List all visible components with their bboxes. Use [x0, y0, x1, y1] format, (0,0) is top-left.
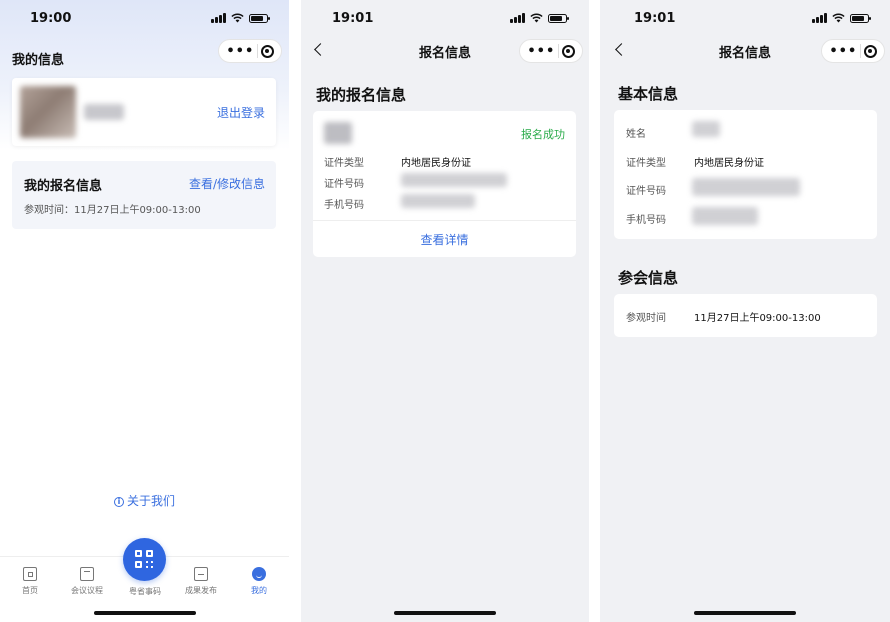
miniprogram-capsule: ••• [519, 39, 583, 63]
screen-registration-detail: 19:01 报名信息 ••• 基本信息 姓名 证件类型 内地居民身份证 证件号码… [600, 0, 890, 622]
view-details-button[interactable]: 查看详情 [313, 231, 576, 248]
tab-label: 粤省事码 [129, 587, 161, 596]
meeting-info-card: 参观时间 11月27日上午09:00-13:00 [614, 294, 877, 337]
tab-agenda[interactable]: 会议议程 [59, 567, 115, 596]
status-icons [211, 13, 270, 23]
status-time: 19:01 [332, 11, 374, 26]
name-blurred [692, 121, 720, 137]
more-menu-icon[interactable]: ••• [829, 45, 857, 58]
home-indicator [694, 611, 796, 615]
tab-profile[interactable]: 我的 [231, 567, 287, 596]
id-number-blurred [401, 173, 507, 187]
status-time: 19:00 [30, 11, 72, 26]
more-menu-icon[interactable]: ••• [527, 45, 555, 58]
registration-summary-card: 报名成功 证件类型 内地居民身份证 证件号码 手机号码 查看详情 [313, 111, 576, 257]
registration-title: 我的报名信息 [24, 179, 103, 194]
close-miniprogram-icon[interactable] [561, 44, 575, 58]
tab-label: 成果发布 [185, 586, 217, 595]
row-value: 内地居民身份证 [401, 158, 471, 169]
row-label: 手机号码 [324, 200, 364, 211]
status-icons [812, 13, 871, 23]
screen-my-info: 19:00 ••• 我的信息 退出登录 我的报名信息 查看/修改信息 参观时间：… [0, 0, 289, 622]
basic-info-card: 姓名 证件类型 内地居民身份证 证件号码 手机号码 [614, 110, 877, 239]
tab-publish[interactable]: 成果发布 [173, 567, 229, 596]
battery-icon [248, 13, 270, 23]
user-name-blurred [84, 104, 124, 120]
id-number-blurred [692, 178, 800, 196]
row-label: 姓名 [626, 129, 646, 140]
wifi-icon [230, 13, 244, 23]
close-miniprogram-icon[interactable] [260, 44, 274, 58]
cellular-signal-icon [812, 13, 827, 23]
status-icons [510, 13, 569, 23]
tab-label: 首页 [22, 586, 38, 595]
row-label: 证件类型 [324, 158, 364, 169]
tab-label: 会议议程 [71, 586, 103, 595]
about-us-label: 关于我们 [126, 494, 175, 508]
status-bar: 19:00 [0, 0, 289, 36]
publish-icon [194, 567, 208, 581]
capsule-divider [256, 44, 258, 58]
tab-home[interactable]: 首页 [2, 567, 58, 596]
agenda-icon [80, 567, 94, 581]
about-us-link[interactable]: i 关于我们 [0, 492, 289, 509]
profile-icon [252, 567, 266, 581]
tab-label: 我的 [251, 586, 267, 595]
row-label: 证件类型 [626, 158, 666, 169]
name-blurred [324, 122, 352, 144]
row-value: 11月27日上午09:00-13:00 [694, 313, 821, 324]
qr-code-button[interactable] [123, 538, 166, 581]
phone-number-blurred [401, 194, 475, 208]
section-title: 我的报名信息 [316, 86, 407, 104]
avatar [20, 86, 76, 138]
row-label: 手机号码 [626, 215, 666, 226]
close-miniprogram-icon[interactable] [863, 44, 877, 58]
cellular-signal-icon [510, 13, 525, 23]
row-label: 证件号码 [626, 186, 666, 197]
home-indicator [93, 611, 196, 615]
battery-icon [547, 13, 569, 23]
registration-status: 报名成功 [521, 128, 565, 141]
home-icon [23, 567, 37, 581]
row-label: 证件号码 [324, 179, 364, 190]
card-divider [313, 220, 576, 221]
visit-time: 参观时间：11月27日上午09:00-13:00 [24, 205, 201, 216]
wifi-icon [529, 13, 543, 23]
status-bar: 19:01 [600, 0, 890, 36]
home-indicator [394, 611, 496, 615]
screen-registration-summary: 19:01 报名信息 ••• 我的报名信息 报名成功 证件类型 内地居民身份证 … [301, 0, 589, 622]
cellular-signal-icon [211, 13, 226, 23]
capsule-divider [859, 44, 861, 58]
row-label: 参观时间 [626, 313, 666, 324]
logout-button[interactable]: 退出登录 [217, 104, 265, 121]
wifi-icon [831, 13, 845, 23]
profile-card: 退出登录 [12, 78, 276, 146]
page-title: 我的信息 [12, 53, 65, 68]
status-time: 19:01 [634, 11, 676, 26]
basic-info-title: 基本信息 [618, 85, 679, 103]
phone-number-blurred [692, 207, 758, 225]
row-value: 内地居民身份证 [694, 158, 764, 169]
info-icon: i [113, 497, 124, 507]
qr-code-icon [135, 550, 154, 569]
capsule-divider [557, 44, 559, 58]
battery-icon [849, 13, 871, 23]
status-bar: 19:01 [301, 0, 589, 36]
more-menu-icon[interactable]: ••• [226, 45, 254, 58]
miniprogram-capsule: ••• [821, 39, 885, 63]
view-edit-info-link[interactable]: 查看/修改信息 [189, 175, 265, 192]
registration-card: 我的报名信息 查看/修改信息 参观时间：11月27日上午09:00-13:00 [12, 161, 276, 229]
meeting-info-title: 参会信息 [618, 269, 679, 287]
miniprogram-capsule: ••• [218, 39, 282, 63]
